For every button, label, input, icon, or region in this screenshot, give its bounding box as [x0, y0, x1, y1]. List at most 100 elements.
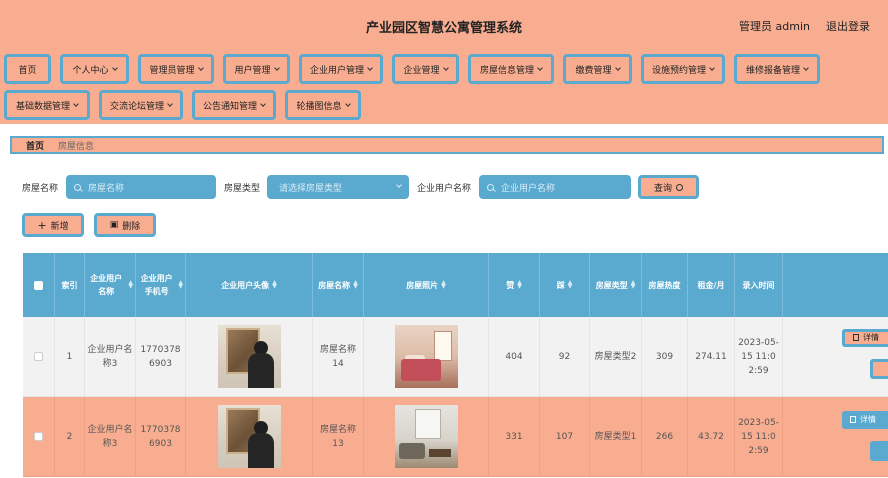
- search-icon: [676, 183, 684, 191]
- chevron-down-icon: [273, 64, 280, 71]
- col-phone[interactable]: 企业用户手机号 ▲ ▼: [136, 253, 186, 317]
- edit-button[interactable]: [870, 358, 888, 379]
- add-button[interactable]: + 新增: [22, 213, 84, 237]
- nav-house-info-management[interactable]: 房屋信息管理: [468, 54, 554, 84]
- cell-dislikes: 92: [540, 317, 590, 397]
- house-table: 索引 企业用户名称 ▲ ▼ 企业用户手机号 ▲ ▼ 企业用户头像 ▲ ▼ 房屋名称 ▲ ▼ 房屋…: [23, 253, 888, 477]
- nav-personal-center[interactable]: 个人中心: [60, 54, 129, 84]
- cell-likes: 331: [489, 397, 540, 477]
- nav-admin-management[interactable]: 管理员管理: [138, 54, 214, 84]
- cell-rent: 43.72: [688, 397, 735, 477]
- col-index: 索引: [55, 253, 85, 317]
- cell-heat: 309: [642, 317, 688, 397]
- chevron-down-icon: [803, 64, 809, 71]
- cell-house-name: 房屋名称14: [313, 317, 364, 397]
- company-user-input[interactable]: 企业用户名称: [479, 175, 632, 199]
- sort-icon: ▲ ▼: [517, 279, 522, 290]
- cell-index: 2: [55, 397, 85, 477]
- chevron-down-icon: [537, 64, 543, 71]
- nav-carousel-info[interactable]: 轮播图信息: [285, 90, 361, 120]
- cell-avatar: [186, 317, 313, 397]
- nav-forum-management[interactable]: 交流论坛管理: [99, 90, 183, 120]
- chevron-down-icon: [260, 100, 266, 107]
- plus-icon: +: [37, 218, 47, 232]
- breadcrumb: 首页 房屋信息: [10, 136, 884, 154]
- edit-button[interactable]: [870, 440, 888, 461]
- company-user-avatar-image[interactable]: [217, 405, 281, 468]
- chevron-down-icon: [709, 64, 715, 71]
- col-company-user[interactable]: 企业用户名称 ▲ ▼: [85, 253, 136, 317]
- house-name-input[interactable]: 房屋名称: [66, 175, 217, 199]
- nav-user-management[interactable]: 用户管理: [223, 54, 290, 84]
- house-photo-image[interactable]: [394, 325, 458, 388]
- house-name-placeholder: 房屋名称: [88, 183, 125, 194]
- nav-repair-report-management[interactable]: 维修报备管理: [734, 54, 820, 84]
- nav-payment-management[interactable]: 缴费管理: [563, 54, 632, 84]
- sort-icon: ▲ ▼: [630, 279, 636, 290]
- col-avatar[interactable]: 企业用户头像 ▲ ▼: [186, 253, 313, 317]
- chevron-down-icon: [396, 182, 402, 188]
- cell-company-user: 企业用户名称3: [85, 317, 136, 397]
- breadcrumb-home[interactable]: 首页: [26, 139, 44, 152]
- breadcrumb-current: 房屋信息: [58, 141, 95, 152]
- top-header: 产业园区智慧公寓管理系统 管理员 admin 退出登录 首页 个人中心 管理员管…: [0, 0, 888, 124]
- company-user-avatar-image[interactable]: [217, 325, 281, 388]
- cell-operations: 详情: [783, 317, 888, 397]
- house-type-placeholder: 请选择房屋类型: [279, 183, 343, 194]
- trash-icon: ▣: [109, 220, 119, 230]
- cell-index: 1: [55, 317, 85, 397]
- row-select-cell: [23, 317, 55, 397]
- chevron-down-icon: [344, 100, 351, 107]
- house-type-label: 房屋类型: [224, 183, 261, 194]
- table-header: 索引 企业用户名称 ▲ ▼ 企业用户手机号 ▲ ▼ 企业用户头像 ▲ ▼ 房屋名称 ▲ ▼ 房屋…: [23, 253, 888, 317]
- cell-phone: 17703786903: [136, 317, 186, 397]
- sort-icon: ▲ ▼: [441, 279, 446, 290]
- col-dislikes[interactable]: 踩 ▲ ▼: [540, 253, 590, 317]
- company-user-placeholder: 企业用户名称: [501, 183, 556, 194]
- col-created: 录入时间: [735, 253, 783, 317]
- delete-button[interactable]: ▣ 删除: [94, 213, 156, 237]
- chevron-down-icon: [167, 100, 173, 107]
- nav-company-management[interactable]: 企业管理: [392, 54, 459, 84]
- search-bar: 房屋名称 房屋名称 房屋类型 请选择房屋类型 企业用户名称 企业用户名称 查询: [22, 174, 700, 200]
- chevron-down-icon: [197, 64, 204, 71]
- cell-created: 2023-05-15 11:02:59: [735, 317, 783, 397]
- logout-link[interactable]: 退出登录: [826, 18, 870, 34]
- nav-home[interactable]: 首页: [4, 54, 51, 84]
- col-likes[interactable]: 赞 ▲ ▼: [489, 253, 540, 317]
- nav-basic-data-management[interactable]: 基础数据管理: [4, 90, 90, 120]
- document-icon: [850, 416, 856, 423]
- nav-facility-booking-management[interactable]: 设施预约管理: [641, 54, 725, 84]
- cell-house-photo: [364, 317, 489, 397]
- row-checkbox[interactable]: [34, 352, 43, 361]
- cell-operations: 详情: [783, 397, 888, 477]
- col-house-name[interactable]: 房屋名称 ▲ ▼: [313, 253, 364, 317]
- select-all-checkbox[interactable]: [34, 280, 43, 290]
- cell-dislikes: 107: [540, 397, 590, 477]
- col-house-type[interactable]: 房屋类型 ▲ ▼: [590, 253, 642, 317]
- nav-company-user-management[interactable]: 企业用户管理: [299, 54, 383, 84]
- current-user: 管理员 admin: [739, 20, 810, 33]
- cell-company-user: 企业用户名称3: [85, 397, 136, 477]
- col-house-photo[interactable]: 房屋照片 ▲ ▼: [364, 253, 489, 317]
- sort-icon: ▲ ▼: [567, 279, 573, 290]
- cell-house-name: 房屋名称13: [313, 397, 364, 477]
- cell-created: 2023-05-15 11:02:59: [735, 397, 783, 477]
- query-button[interactable]: 查询: [638, 175, 700, 199]
- house-photo-image[interactable]: [394, 405, 458, 468]
- action-bar: + 新增 ▣ 删除: [22, 213, 156, 237]
- col-rent: 租金/月: [688, 253, 735, 317]
- house-type-select[interactable]: 请选择房屋类型: [267, 175, 410, 199]
- detail-button[interactable]: 详情: [842, 328, 888, 347]
- nav-notice-management[interactable]: 公告通知管理: [192, 90, 276, 120]
- sort-icon: ▲ ▼: [128, 279, 133, 290]
- table-row: 1 企业用户名称3 17703786903 房屋名称14 404 92 房屋类型…: [23, 317, 888, 397]
- chevron-down-icon: [442, 64, 449, 71]
- chevron-down-icon: [367, 64, 373, 71]
- company-user-label: 企业用户名称: [417, 183, 472, 194]
- row-checkbox[interactable]: [34, 432, 43, 441]
- main-nav: 首页 个人中心 管理员管理 用户管理 企业用户管理 企业管理 房屋信息管理 缴费…: [4, 54, 884, 126]
- detail-button[interactable]: 详情: [842, 410, 888, 429]
- select-all-cell: [23, 253, 55, 317]
- house-name-label: 房屋名称: [22, 183, 59, 194]
